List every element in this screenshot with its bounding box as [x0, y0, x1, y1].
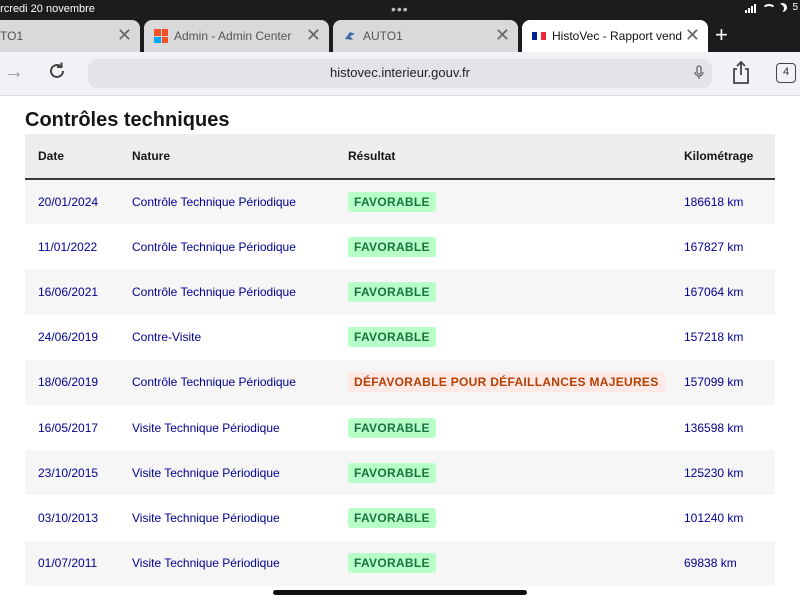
cell-date: 01/07/2011	[38, 556, 98, 571]
status-badge: FAVORABLE	[348, 236, 436, 257]
cell-date: 16/05/2017	[38, 420, 99, 435]
page-title: Contrôles techniques	[25, 109, 230, 131]
microphone-icon[interactable]	[694, 65, 704, 81]
page-content: Contrôles techniques Date Nature Résulta…	[0, 97, 800, 600]
status-badge: FAVORABLE	[348, 192, 436, 213]
share-icon[interactable]	[730, 60, 752, 86]
status-indicators: 5	[745, 2, 798, 13]
cell-nature: Contre-Visite	[132, 330, 202, 345]
status-badge: DÉFAVORABLE POUR DÉFAILLANCES MAJEURES	[348, 372, 665, 393]
status-badge: FAVORABLE	[348, 281, 436, 302]
cell-date: 03/10/2013	[38, 510, 99, 525]
cell-date: 16/06/2021	[38, 284, 99, 299]
cell-mileage: 157218 km	[684, 330, 744, 345]
new-tab-button[interactable]: +	[715, 22, 728, 48]
auto1-icon	[345, 32, 355, 40]
cell-mileage: 167827 km	[684, 239, 744, 254]
column-header-nature: Nature	[132, 149, 171, 163]
cell-nature: Contrôle Technique Périodique	[132, 195, 296, 210]
battery-percentage: 5	[792, 2, 798, 13]
reload-icon[interactable]	[46, 60, 68, 82]
tab-label: TO1	[0, 29, 24, 43]
table-row: 24/06/2019 Contre-Visite FAVORABLE 15721…	[25, 314, 775, 360]
table-row: 18/06/2019 Contrôle Technique Périodique…	[25, 359, 775, 405]
tab-overview-button[interactable]: 4	[776, 63, 796, 83]
cell-mileage: 136598 km	[684, 420, 744, 435]
tab-label: HistoVec - Rapport vendeur	[552, 29, 682, 43]
status-badge: FAVORABLE	[348, 553, 436, 574]
multitasking-dots-icon[interactable]: •••	[391, 1, 409, 17]
cell-mileage: 125230 km	[684, 465, 744, 480]
status-bar: ercredi 20 novembre ••• 5	[0, 0, 800, 18]
tab-label: AUTO1	[363, 29, 403, 43]
cell-nature: Visite Technique Périodique	[132, 556, 280, 571]
cell-mileage: 186618 km	[684, 195, 744, 210]
moon-icon	[778, 3, 787, 12]
cell-nature: Contrôle Technique Périodique	[132, 284, 296, 299]
cell-mileage: 101240 km	[684, 510, 744, 525]
cell-mileage: 69838 km	[684, 556, 737, 571]
column-header-date: Date	[38, 149, 65, 163]
close-tab-icon[interactable]: ✕	[685, 26, 700, 44]
tab-bar: TO1 ✕ Admin - Admin Center ✕ AUTO1 ✕ His…	[0, 18, 800, 52]
table-row: 11/01/2022 Contrôle Technique Périodique…	[25, 224, 775, 270]
close-tab-icon[interactable]: ✕	[495, 26, 510, 44]
cell-nature: Visite Technique Périodique	[132, 465, 280, 480]
cell-mileage: 157099 km	[684, 375, 744, 390]
status-badge: FAVORABLE	[348, 417, 436, 438]
status-badge: FAVORABLE	[348, 507, 436, 528]
cell-date: 23/10/2015	[38, 465, 99, 480]
french-flag-icon	[532, 32, 546, 40]
tab-label: Admin - Admin Center	[174, 29, 292, 43]
table-row: 03/10/2013 Visite Technique Périodique F…	[25, 495, 775, 541]
table-row: 01/07/2011 Visite Technique Périodique F…	[25, 540, 775, 586]
status-badge: FAVORABLE	[348, 327, 436, 348]
cell-nature: Visite Technique Périodique	[132, 420, 280, 435]
address-bar[interactable]: histovec.interieur.gouv.fr	[88, 59, 712, 88]
tab-auto1[interactable]: AUTO1 ✕	[333, 20, 518, 52]
table-row: 20/01/2024 Contrôle Technique Périodique…	[25, 179, 775, 225]
admin-center-icon	[154, 29, 168, 43]
cell-date: 20/01/2024	[38, 195, 99, 210]
close-tab-icon[interactable]: ✕	[306, 26, 321, 44]
url-text[interactable]: histovec.interieur.gouv.fr	[88, 65, 712, 80]
table-header-row: Date Nature Résultat Kilométrage	[25, 134, 775, 179]
close-tab-icon[interactable]: ✕	[117, 26, 132, 44]
cellular-signal-icon	[745, 3, 757, 13]
table-row: 16/05/2017 Visite Technique Périodique F…	[25, 404, 775, 451]
home-indicator[interactable]	[273, 590, 527, 595]
status-badge: FAVORABLE	[348, 462, 436, 483]
tab-histovec[interactable]: HistoVec - Rapport vendeur ✕	[522, 20, 708, 52]
cell-nature: Visite Technique Périodique	[132, 510, 280, 525]
wifi-icon	[761, 3, 777, 13]
browser-toolbar: → histovec.interieur.gouv.fr 4	[0, 52, 800, 96]
table-row: 23/10/2015 Visite Technique Périodique F…	[25, 450, 775, 496]
column-header-mileage: Kilométrage	[684, 149, 754, 163]
tab-auto1-partial[interactable]: TO1 ✕	[0, 20, 140, 52]
cell-nature: Contrôle Technique Périodique	[132, 239, 296, 254]
technical-inspections-table: Date Nature Résultat Kilométrage 20/01/2…	[25, 134, 775, 586]
tab-admin-center[interactable]: Admin - Admin Center ✕	[144, 20, 329, 52]
cell-mileage: 167064 km	[684, 284, 744, 299]
forward-arrow-icon[interactable]: →	[4, 61, 24, 84]
table-row: 16/06/2021 Contrôle Technique Périodique…	[25, 269, 775, 315]
cell-nature: Contrôle Technique Périodique	[132, 375, 296, 390]
cell-date: 24/06/2019	[38, 330, 99, 345]
status-date: ercredi 20 novembre	[0, 3, 95, 15]
column-header-result: Résultat	[348, 149, 396, 163]
cell-date: 18/06/2019	[38, 375, 99, 390]
cell-date: 11/01/2022	[38, 239, 98, 254]
